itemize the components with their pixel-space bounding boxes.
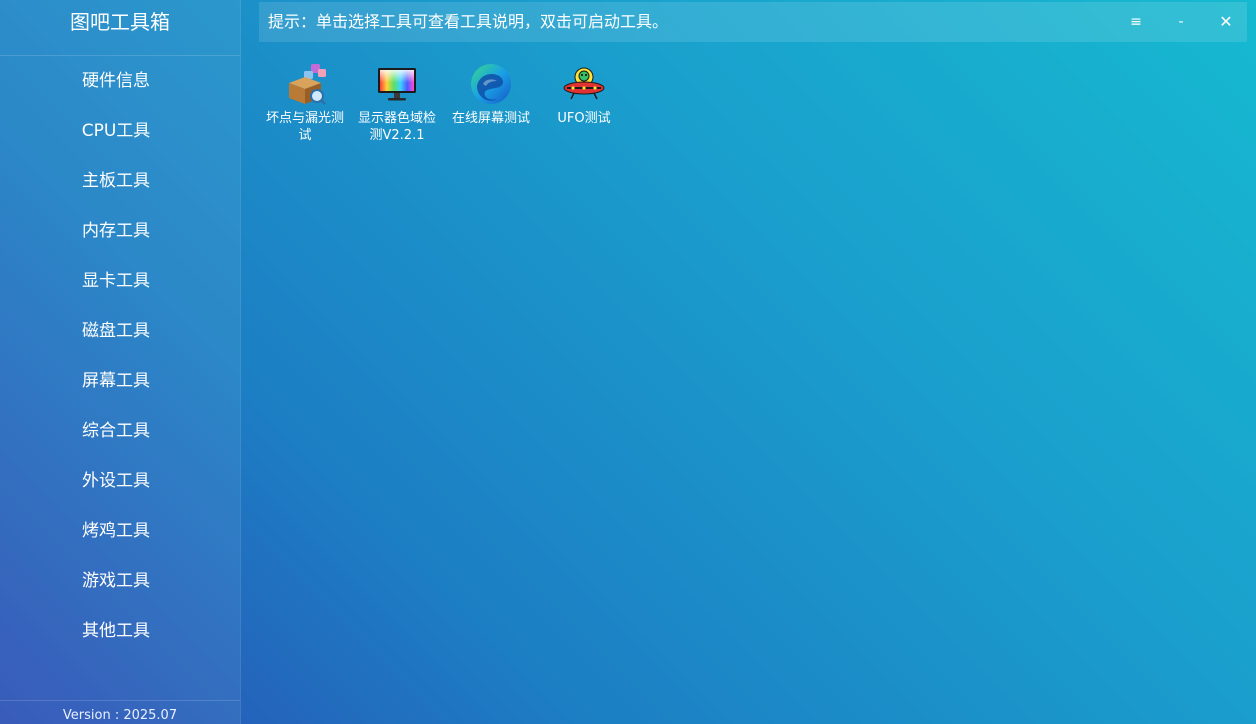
monitor-gradient-icon bbox=[378, 68, 416, 101]
tool-color-gamut-test[interactable]: 显示器色域检测V2.2.1 bbox=[351, 62, 443, 144]
sidebar-nav: 硬件信息 CPU工具 主板工具 内存工具 显卡工具 磁盘工具 屏幕工具 综合工具… bbox=[0, 56, 240, 656]
sidebar-item-other-tools[interactable]: 其他工具 bbox=[0, 606, 232, 656]
sidebar-item-screen-tools[interactable]: 屏幕工具 bbox=[0, 356, 232, 406]
sidebar-item-general-tools[interactable]: 综合工具 bbox=[0, 406, 232, 456]
sidebar-item-cpu-tools[interactable]: CPU工具 bbox=[0, 106, 232, 156]
close-button[interactable]: ✕ bbox=[1211, 8, 1241, 36]
tool-online-screen-test[interactable]: 在线屏幕测试 bbox=[445, 62, 537, 127]
sidebar-item-stress-test-tools[interactable]: 烤鸡工具 bbox=[0, 506, 232, 556]
sidebar-item-peripheral-tools[interactable]: 外设工具 bbox=[0, 456, 232, 506]
sidebar-item-memory-tools[interactable]: 内存工具 bbox=[0, 206, 232, 256]
minimize-button[interactable]: - bbox=[1166, 8, 1196, 36]
tool-ufo-test[interactable]: UFO测试 bbox=[538, 62, 630, 127]
tool-label: 在线屏幕测试 bbox=[451, 111, 530, 126]
sidebar-item-disk-tools[interactable]: 磁盘工具 bbox=[0, 306, 232, 356]
box-magnifier-icon bbox=[289, 64, 326, 105]
sidebar-item-gpu-tools[interactable]: 显卡工具 bbox=[0, 256, 232, 306]
app-window: 图吧工具箱 硬件信息 CPU工具 主板工具 内存工具 显卡工具 磁盘工具 屏幕工… bbox=[0, 0, 1256, 724]
sidebar-item-hardware-info[interactable]: 硬件信息 bbox=[0, 56, 232, 106]
sidebar-item-game-tools[interactable]: 游戏工具 bbox=[0, 556, 232, 606]
hint-text: 提示：单击选择工具可查看工具说明，双击可启动工具。 bbox=[268, 12, 669, 31]
tool-label: UFO测试 bbox=[557, 111, 611, 126]
sidebar: 图吧工具箱 硬件信息 CPU工具 主板工具 内存工具 显卡工具 磁盘工具 屏幕工… bbox=[0, 0, 241, 724]
ufo-icon bbox=[563, 67, 605, 100]
tool-label: 坏点与漏光测试 bbox=[265, 111, 344, 143]
tool-label: 显示器色域检测V2.2.1 bbox=[357, 111, 436, 143]
menu-button[interactable]: ≡ bbox=[1121, 8, 1151, 36]
edge-browser-icon bbox=[471, 64, 511, 104]
sidebar-item-motherboard-tools[interactable]: 主板工具 bbox=[0, 156, 232, 206]
app-title: 图吧工具箱 bbox=[0, 0, 240, 56]
tool-dead-pixel-test[interactable]: 坏点与漏光测试 bbox=[259, 62, 351, 144]
hint-bar: 提示：单击选择工具可查看工具说明，双击可启动工具。 ≡ - ✕ bbox=[259, 2, 1247, 42]
version-label: Version : 2025.07 bbox=[0, 700, 240, 724]
